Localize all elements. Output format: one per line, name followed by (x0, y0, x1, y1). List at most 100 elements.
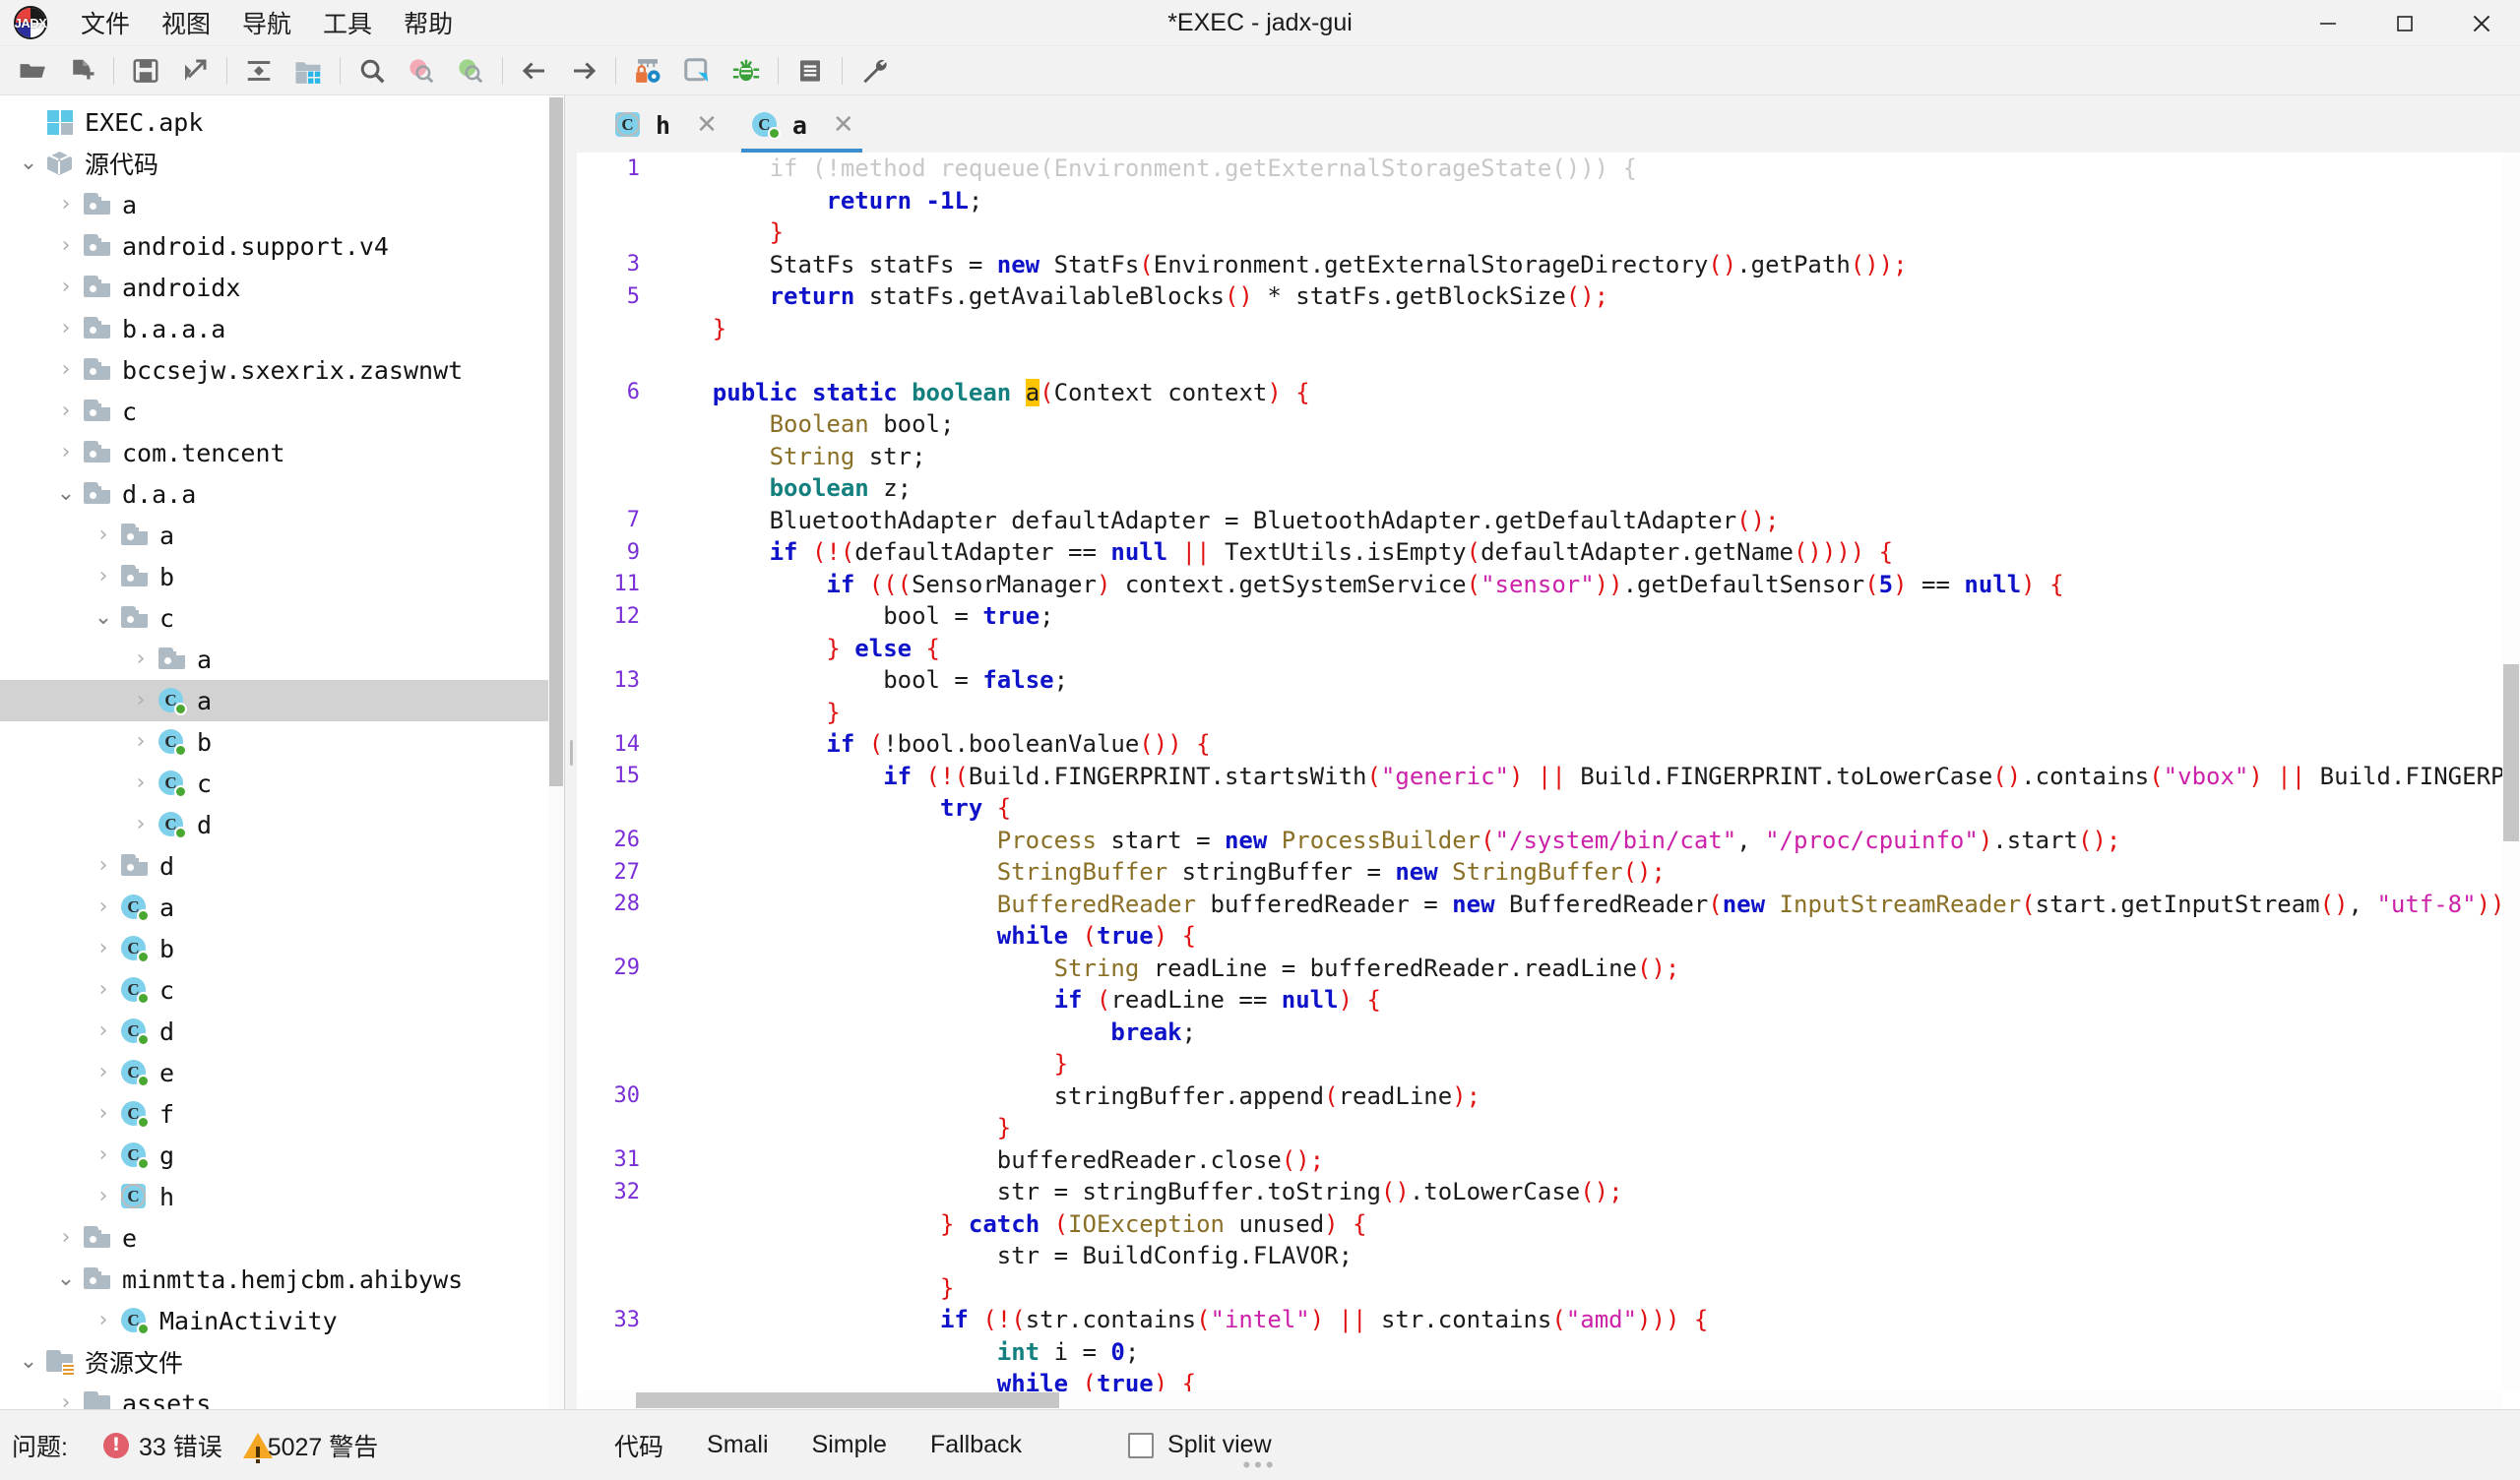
chevron-right-icon[interactable]: › (49, 359, 83, 381)
add-files-icon[interactable] (60, 50, 103, 92)
tree-node-d-a-a-class-b[interactable]: › Cb (0, 928, 564, 969)
tree-node-resources[interactable]: ⌄ 资源文件 (0, 1341, 564, 1383)
forward-icon[interactable] (562, 50, 605, 92)
maximize-button[interactable] (2366, 0, 2443, 46)
tree-node-d-a-a-iface-h[interactable]: › Ch (0, 1176, 564, 1217)
tree-node-c[interactable]: › c (0, 391, 564, 432)
warning-count-badge[interactable]: 5027 警告 (242, 1428, 378, 1463)
tree-node-assets[interactable]: › assets (0, 1383, 564, 1409)
chevron-right-icon[interactable]: › (87, 1062, 120, 1083)
search-text-icon[interactable] (350, 50, 394, 92)
chevron-right-icon[interactable]: › (87, 1186, 120, 1207)
code-vertical-scrollbar[interactable] (2502, 153, 2520, 1391)
chevron-right-icon[interactable]: › (124, 772, 158, 794)
chevron-right-icon[interactable]: › (87, 1020, 120, 1042)
chevron-right-icon[interactable]: › (87, 979, 120, 1001)
chevron-right-icon[interactable]: › (87, 566, 120, 587)
chevron-right-icon[interactable]: › (49, 194, 83, 216)
chevron-right-icon[interactable]: › (49, 235, 83, 257)
view-tab-smali[interactable]: Smali (685, 1425, 790, 1465)
tree-node-d-a-a-a[interactable]: › a (0, 515, 564, 556)
tree-node-class-a-selected[interactable]: › Ca (0, 680, 564, 721)
save-all-icon[interactable] (124, 50, 167, 92)
splitter-grip[interactable] (569, 739, 573, 766)
tree-node-class-d[interactable]: › Cd (0, 804, 564, 845)
tree-node-androidx[interactable]: › androidx (0, 267, 564, 308)
code-view[interactable]: 1 if (!method requeue(Environment.getExt… (577, 153, 2520, 1409)
overflow-indicator[interactable]: ••• (1242, 1452, 1277, 1478)
sidebar-scrollbar[interactable] (548, 95, 564, 1409)
chevron-right-icon[interactable]: › (124, 814, 158, 835)
chevron-right-icon[interactable]: › (87, 855, 120, 877)
view-tab-code[interactable]: 代码 (593, 1422, 685, 1469)
export-gradle-icon[interactable] (173, 50, 217, 92)
editor-tab-h[interactable]: Ch ✕ (597, 97, 733, 153)
menu-tools[interactable]: 工具 (307, 1, 388, 44)
log-viewer-icon[interactable] (788, 50, 832, 92)
chevron-right-icon[interactable]: › (87, 524, 120, 546)
tree-node-d-a-a-class-a[interactable]: › Ca (0, 887, 564, 928)
chevron-right-icon[interactable]: › (49, 318, 83, 339)
tree-node-a[interactable]: › a (0, 184, 564, 225)
search-comment-icon[interactable] (449, 50, 492, 92)
chevron-down-icon[interactable]: ⌄ (12, 1351, 45, 1373)
tree-node-d-a-a-class-c[interactable]: › Cc (0, 969, 564, 1011)
tree-node-b-a-a-a[interactable]: › b.a.a.a (0, 308, 564, 349)
tree-node-d-a-a-c[interactable]: ⌄ c (0, 597, 564, 639)
search-class-icon[interactable] (400, 50, 443, 92)
chevron-right-icon[interactable]: › (49, 277, 83, 298)
chevron-right-icon[interactable]: › (49, 1227, 83, 1249)
tree-node-minmtta[interactable]: ⌄ minmtta.hemjcbm.ahibyws (0, 1259, 564, 1300)
tree-node-mainactivity[interactable]: › C MainActivity (0, 1300, 564, 1341)
error-count-badge[interactable]: ! 33 错误 (102, 1428, 222, 1463)
tree-node-com-tencent[interactable]: › com.tencent (0, 432, 564, 473)
chevron-down-icon[interactable]: ⌄ (49, 483, 83, 505)
tree-node-d-a-a-class-e[interactable]: › Ce (0, 1052, 564, 1093)
chevron-down-icon[interactable]: ⌄ (49, 1268, 83, 1290)
split-view-checkbox[interactable] (1128, 1432, 1155, 1458)
chevron-right-icon[interactable]: › (124, 648, 158, 670)
preferences-icon[interactable] (852, 50, 896, 92)
tree-node-d-a-a[interactable]: ⌄ d.a.a (0, 473, 564, 515)
menu-navigation[interactable]: 导航 (226, 1, 307, 44)
tree-node-class-c[interactable]: › Cc (0, 763, 564, 804)
chevron-down-icon[interactable]: ⌄ (12, 153, 45, 174)
panel-splitter[interactable] (565, 95, 577, 1409)
code-hscroll-thumb[interactable] (636, 1392, 1059, 1408)
chevron-right-icon[interactable]: › (49, 442, 83, 463)
tree-node-exec-apk[interactable]: EXEC.apk (0, 101, 564, 143)
open-file-icon[interactable] (11, 50, 54, 92)
tree-node-android-support-v4[interactable]: › android.support.v4 (0, 225, 564, 267)
tree-node-source-code[interactable]: ⌄ 源代码 (0, 143, 564, 184)
tree-node-d-a-a-b[interactable]: › b (0, 556, 564, 597)
tree-node-d-a-a-class-f[interactable]: › Cf (0, 1093, 564, 1135)
menu-file[interactable]: 文件 (65, 1, 146, 44)
chevron-right-icon[interactable]: › (87, 938, 120, 959)
chevron-right-icon[interactable]: › (124, 690, 158, 711)
tree-node-class-b[interactable]: › Cb (0, 721, 564, 763)
tree-node-d-a-a-d[interactable]: › d (0, 845, 564, 887)
chevron-right-icon[interactable]: › (87, 1103, 120, 1125)
sidebar-scrollbar-thumb[interactable] (549, 97, 563, 786)
quark-icon[interactable] (675, 50, 719, 92)
chevron-right-icon[interactable]: › (87, 1310, 120, 1331)
back-icon[interactable] (513, 50, 556, 92)
close-tab-icon[interactable]: ✕ (696, 110, 718, 140)
chevron-right-icon[interactable]: › (87, 1144, 120, 1166)
editor-tab-a[interactable]: Ca ✕ (733, 97, 870, 153)
tree-node-bccsejw[interactable]: › bccsejw.sxexrix.zaswnwt (0, 349, 564, 391)
deobfuscation-icon[interactable] (626, 50, 669, 92)
close-tab-icon[interactable]: ✕ (833, 110, 854, 140)
view-tab-simple[interactable]: Simple (790, 1425, 909, 1465)
minimize-button[interactable] (2290, 0, 2366, 46)
tree-node-d-a-a-class-g[interactable]: › Cg (0, 1135, 564, 1176)
view-tab-fallback[interactable]: Fallback (909, 1425, 1043, 1465)
code-horizontal-scrollbar[interactable] (577, 1391, 2502, 1409)
chevron-down-icon[interactable]: ⌄ (87, 607, 120, 629)
flat-packages-icon[interactable] (286, 50, 330, 92)
chevron-right-icon[interactable]: › (124, 731, 158, 753)
chevron-right-icon[interactable]: › (87, 896, 120, 918)
tree-node-d-a-a-class-d[interactable]: › Cd (0, 1011, 564, 1052)
debugger-icon[interactable] (724, 50, 768, 92)
tree-node-d-a-a-c-a-folder[interactable]: › a (0, 639, 564, 680)
